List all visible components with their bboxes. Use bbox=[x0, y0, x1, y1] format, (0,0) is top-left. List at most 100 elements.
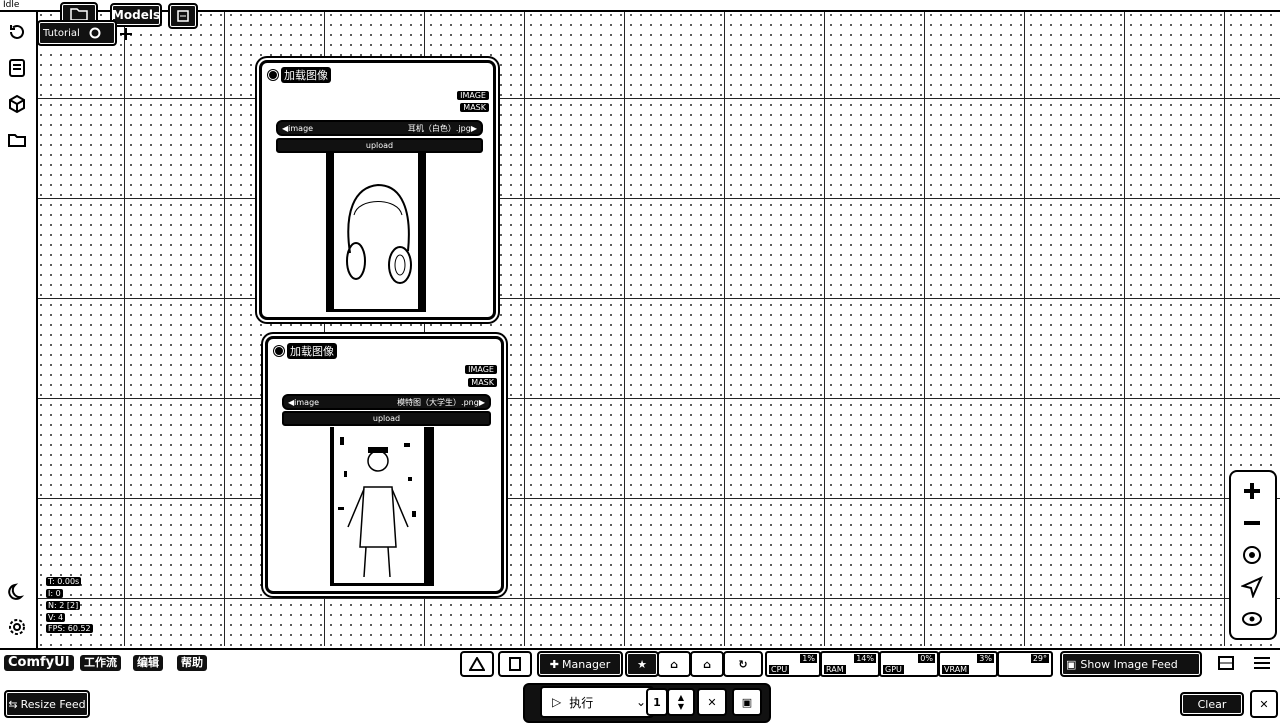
models-button[interactable]: Models bbox=[110, 3, 162, 27]
menu-help[interactable]: 帮助 bbox=[177, 655, 207, 671]
image-preview bbox=[330, 427, 434, 586]
person-photo bbox=[334, 427, 424, 583]
node-title-text: 加载图像 bbox=[287, 343, 337, 359]
chevron-down-icon[interactable]: ⌄ bbox=[636, 695, 646, 709]
cpu-stat: CPU 1% bbox=[765, 651, 821, 677]
book-icon bbox=[509, 657, 521, 671]
graph-canvas[interactable] bbox=[36, 10, 1280, 646]
output-image[interactable]: IMAGE bbox=[457, 91, 489, 100]
tutorial-tab-label: Tutorial bbox=[43, 27, 80, 39]
puzzle-icon: ✚ bbox=[549, 657, 559, 671]
info-time: T: 0.00s bbox=[46, 577, 82, 586]
circle-icon bbox=[89, 27, 101, 39]
moon-icon[interactable] bbox=[7, 582, 27, 602]
zoom-in-icon[interactable] bbox=[1241, 480, 1263, 502]
headphones-icon bbox=[346, 183, 412, 284]
queue-count-input[interactable]: 1 bbox=[646, 688, 668, 716]
brand-logo[interactable]: ComfyUI bbox=[4, 655, 74, 671]
model-icon: ⌂ bbox=[703, 657, 711, 671]
panel-icon[interactable] bbox=[1217, 655, 1235, 674]
combo-value: 耳机（白色）.jpg bbox=[407, 123, 471, 133]
zoom-controls bbox=[1229, 470, 1277, 640]
image-icon: ▣ bbox=[1066, 657, 1077, 671]
combo-right-arrow[interactable]: ▶ bbox=[479, 398, 485, 407]
output-image[interactable]: IMAGE bbox=[465, 365, 497, 374]
menu-edit[interactable]: 编辑 bbox=[133, 655, 163, 671]
upload-button[interactable]: upload bbox=[282, 411, 491, 426]
status-text: Idle bbox=[3, 0, 20, 10]
plus-icon[interactable] bbox=[116, 26, 136, 45]
combo-name: image bbox=[288, 123, 314, 133]
load-image-node-2[interactable]: 加载图像 IMAGE MASK ◀ image 模特图（大学生）.png ▶ u… bbox=[265, 336, 504, 594]
upload-button[interactable]: upload bbox=[276, 138, 483, 153]
node-title[interactable]: 加载图像 bbox=[268, 67, 331, 83]
load-image-node-1[interactable]: 加载图像 IMAGE MASK ◀ image 耳机（白色）.jpg ▶ upl… bbox=[259, 60, 496, 320]
alert-button[interactable] bbox=[460, 651, 494, 677]
stop-button[interactable]: ▣ bbox=[732, 688, 762, 716]
share-icon: ⌂ bbox=[670, 657, 678, 671]
close-feed-button[interactable]: ✕ bbox=[1250, 690, 1278, 718]
output-mask[interactable]: MASK bbox=[460, 103, 489, 112]
cube-icon[interactable] bbox=[7, 94, 27, 114]
temp-stat: 29° bbox=[997, 651, 1053, 677]
hamburger-menu-icon[interactable] bbox=[1252, 655, 1272, 674]
node-collapse-dot[interactable] bbox=[268, 70, 278, 80]
gpu-stat: GPU 0% bbox=[879, 651, 939, 677]
show-image-feed-label: Show Image Feed bbox=[1080, 657, 1178, 671]
left-sidebar bbox=[0, 12, 38, 648]
resize-feed-label: Resize Feed bbox=[20, 697, 86, 711]
close-icon: ✕ bbox=[1259, 697, 1269, 711]
node-title[interactable]: 加载图像 bbox=[274, 343, 337, 359]
stepper-down-icon[interactable]: ▼ bbox=[678, 702, 684, 711]
history-icon[interactable] bbox=[7, 22, 27, 42]
model-button[interactable]: ⌂ bbox=[690, 651, 724, 677]
manager-label: Manager bbox=[562, 657, 611, 671]
bookmark-button[interactable] bbox=[498, 651, 532, 677]
ram-stat: RAM 14% bbox=[820, 651, 880, 677]
refresh-icon: ↻ bbox=[738, 657, 748, 671]
info-nodes: N: 2 [2] bbox=[46, 601, 81, 610]
refresh-button[interactable]: ↻ bbox=[723, 651, 763, 677]
panel-icon bbox=[177, 10, 189, 22]
combo-name: image bbox=[294, 397, 320, 407]
image-preview bbox=[326, 153, 426, 312]
panel-toggle-button[interactable] bbox=[168, 3, 198, 29]
output-mask[interactable]: MASK bbox=[468, 378, 497, 387]
node-collapse-dot[interactable] bbox=[274, 346, 284, 356]
resize-icon: ⇆ bbox=[8, 697, 18, 711]
close-icon: ✕ bbox=[707, 695, 717, 709]
share-button[interactable]: ⌂ bbox=[657, 651, 691, 677]
folder-icon bbox=[70, 8, 88, 21]
manager-button[interactable]: ✚ Manager bbox=[537, 651, 623, 677]
fit-view-icon[interactable] bbox=[1241, 544, 1263, 566]
menu-workflow[interactable]: 工作流 bbox=[80, 655, 121, 671]
play-icon: ▷ bbox=[552, 695, 562, 709]
run-button[interactable]: ▷ 执行 ⌄ bbox=[540, 686, 654, 718]
node-title-text: 加载图像 bbox=[281, 67, 331, 83]
cancel-run-button[interactable]: ✕ bbox=[697, 688, 727, 716]
warning-icon bbox=[469, 657, 485, 671]
tutorial-tab[interactable]: Tutorial bbox=[37, 20, 117, 46]
image-combo[interactable]: ◀ image 模特图（大学生）.png ▶ bbox=[282, 394, 491, 410]
stop-icon: ▣ bbox=[741, 695, 753, 709]
folder-open-icon[interactable] bbox=[7, 130, 27, 150]
combo-right-arrow[interactable]: ▶ bbox=[471, 124, 477, 133]
eye-icon[interactable] bbox=[1241, 608, 1263, 630]
run-label: 执行 bbox=[569, 695, 594, 710]
combo-value: 模特图（大学生）.png bbox=[397, 397, 479, 407]
info-i: I: 0 bbox=[46, 589, 63, 598]
zoom-out-icon[interactable] bbox=[1241, 512, 1263, 534]
stepper-up-icon[interactable]: ▲ bbox=[678, 693, 684, 702]
star-icon: ★ bbox=[637, 657, 647, 671]
image-combo[interactable]: ◀ image 耳机（白色）.jpg ▶ bbox=[276, 120, 483, 136]
show-image-feed-button[interactable]: ▣ Show Image Feed bbox=[1060, 651, 1202, 677]
send-icon[interactable] bbox=[1241, 576, 1263, 598]
clear-button[interactable]: Clear bbox=[1180, 692, 1244, 716]
resize-feed-button[interactable]: ⇆ Resize Feed bbox=[4, 690, 90, 718]
star-button[interactable]: ★ bbox=[625, 651, 659, 677]
gear-icon[interactable] bbox=[7, 617, 27, 637]
queue-icon[interactable] bbox=[7, 58, 27, 78]
info-fps: FPS: 60.52 bbox=[46, 624, 93, 633]
info-v: V: 4 bbox=[46, 613, 66, 622]
queue-stepper[interactable]: ▲ ▼ bbox=[667, 688, 695, 716]
